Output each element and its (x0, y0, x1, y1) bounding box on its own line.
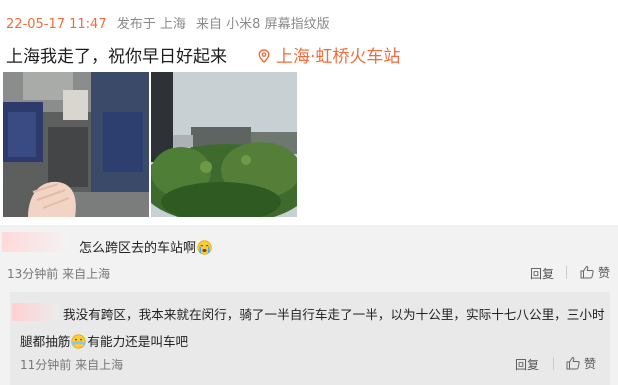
thumbs-up-icon (566, 356, 580, 370)
comment-time: 13分钟前 来自上海 (7, 267, 111, 281)
post-device: 来自 小米8 屏幕指纹版 (196, 17, 330, 32)
post-photo-train-interior[interactable] (3, 72, 149, 217)
comment-username-redacted[interactable] (2, 232, 68, 252)
comment-text-body: 怎么跨区去的车站啊 (79, 241, 197, 256)
crying-emoji-icon (197, 240, 212, 255)
like-label: 赞 (598, 266, 611, 280)
post-timestamp: 22-05-17 11:47 (6, 17, 107, 32)
post-photo-station-view[interactable] (151, 72, 297, 217)
action-divider (553, 357, 554, 370)
comment-like-button[interactable]: 赞 (580, 264, 610, 281)
post-publish-location: 发布于 上海 (116, 17, 186, 32)
location-label: 上海·虹桥火车站 (276, 47, 401, 67)
face-with-bandage-emoji-icon (71, 334, 86, 349)
thumbs-up-icon (580, 265, 594, 279)
reply-text: 我没有跨区，我本来就在闵行，骑了一半自行车走了一半，以为十公里，实际十七八公里，… (20, 301, 605, 355)
location-link[interactable]: 上海·虹桥火车站 (258, 42, 400, 67)
location-pin-icon (258, 49, 270, 63)
like-label: 赞 (584, 357, 597, 371)
reply-reply-button[interactable]: 回复 (515, 356, 539, 373)
comment-text: 怎么跨区去的车站啊 (79, 237, 213, 256)
action-divider (566, 266, 567, 279)
post-text: 上海我走了，祝你早日好起来 (6, 47, 227, 67)
post-meta: 22-05-17 11:47 发布于 上海 来自 小米8 屏幕指纹版 (6, 13, 336, 32)
reply-like-button[interactable]: 赞 (566, 355, 596, 372)
reply-time: 11分钟前 来自上海 (20, 358, 124, 372)
comment-reply-button[interactable]: 回复 (530, 265, 554, 282)
reply-text-tail: 有能力还是叫车吧 (87, 334, 189, 349)
